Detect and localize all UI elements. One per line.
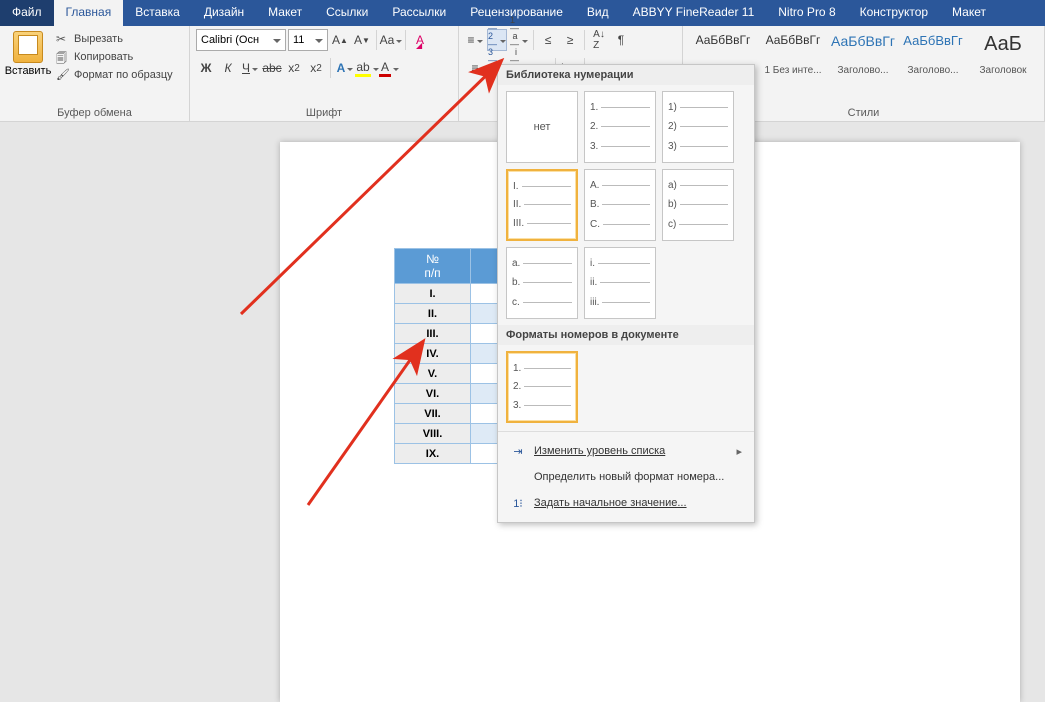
cell[interactable] <box>471 284 499 304</box>
numbering-option-doc1[interactable]: 1.2.3. <box>506 351 578 423</box>
cell[interactable] <box>471 304 499 324</box>
tab-file[interactable]: Файл <box>0 0 54 26</box>
define-new-format-item[interactable]: Определить новый формат номера... <box>498 464 754 490</box>
superscript-button[interactable]: x2 <box>306 57 326 79</box>
tab-mailings[interactable]: Рассылки <box>380 0 458 26</box>
row-number-cell: I. <box>395 284 471 304</box>
tab-layout2[interactable]: Макет <box>940 0 998 26</box>
paste-button[interactable]: Вставить <box>6 29 50 83</box>
format-painter-button[interactable]: Формат по образцу <box>54 67 175 83</box>
numbering-option-latin-lower-paren[interactable]: a)b)c) <box>662 169 734 241</box>
row-number-cell: VIII. <box>395 424 471 444</box>
tab-constructor[interactable]: Конструктор <box>848 0 940 26</box>
cell[interactable] <box>471 444 499 464</box>
tab-design[interactable]: Дизайн <box>192 0 256 26</box>
bullets-button[interactable]: ≡ <box>465 29 485 51</box>
tab-home[interactable]: Главная <box>54 0 124 26</box>
tab-nitro[interactable]: Nitro Pro 8 <box>766 0 847 26</box>
grow-font-button[interactable]: A▲ <box>330 29 350 51</box>
cell[interactable] <box>471 324 499 344</box>
decrease-indent-button[interactable]: ≤ <box>538 29 558 51</box>
numbering-option-roman-upper[interactable]: I.II.III. <box>506 169 578 241</box>
paste-icon <box>13 31 43 63</box>
row-number-cell: IX. <box>395 444 471 464</box>
set-start-value-item[interactable]: 1⁝ Задать начальное значение... <box>498 490 754 516</box>
group-font: Calibri (Осн 11 A▲ A▼ Aa A◢ Ж К Ч abc x2… <box>190 26 459 121</box>
cell[interactable] <box>471 404 499 424</box>
style-heading1[interactable]: АаБбВвГгЗаголово... <box>831 33 895 76</box>
group-clipboard: Вставить Вырезать Копировать Формат по о… <box>0 26 190 121</box>
col-header-number: №п/п <box>395 249 471 284</box>
style-heading2[interactable]: АаБбВвГгЗаголово... <box>901 33 965 76</box>
row-number-cell: VI. <box>395 384 471 404</box>
numbering-button[interactable]: 1—2—3— <box>487 29 507 51</box>
numbering-option-none[interactable]: нет <box>506 91 578 163</box>
copy-button[interactable]: Копировать <box>54 49 175 65</box>
chevron-right-icon: ▸ <box>736 445 742 458</box>
cut-button[interactable]: Вырезать <box>54 31 175 47</box>
numbering-option-arabic-paren[interactable]: 1)2)3) <box>662 91 734 163</box>
row-number-cell: VII. <box>395 404 471 424</box>
col-header-2 <box>471 249 499 284</box>
style-no-spacing[interactable]: АаБбВвГг1 Без инте... <box>761 33 825 76</box>
dropdown-header-library: Библиотека нумерации <box>498 65 754 85</box>
align-left-button[interactable]: ≡ <box>465 57 485 79</box>
copy-icon <box>56 50 70 64</box>
show-marks-button[interactable]: ¶ <box>611 29 631 51</box>
strike-button[interactable]: abc <box>262 57 282 79</box>
numbering-dropdown: Библиотека нумерации нет 1.2.3. 1)2)3) I… <box>497 64 755 523</box>
cell[interactable] <box>471 384 499 404</box>
cell[interactable] <box>471 364 499 384</box>
group-label: Буфер обмена <box>0 107 189 119</box>
highlight-button[interactable]: ab <box>357 57 377 79</box>
tab-layout[interactable]: Макет <box>256 0 314 26</box>
numbering-option-latin-upper[interactable]: A.B.C. <box>584 169 656 241</box>
blank-icon <box>510 469 526 485</box>
cell[interactable] <box>471 344 499 364</box>
multilevel-button[interactable]: 1— a— i— <box>509 29 529 51</box>
change-case-button[interactable]: Aa <box>381 29 401 51</box>
italic-button[interactable]: К <box>218 57 238 79</box>
font-name-combo[interactable]: Calibri (Осн <box>196 29 286 51</box>
row-number-cell: V. <box>395 364 471 384</box>
row-number-cell: III. <box>395 324 471 344</box>
shrink-font-button[interactable]: A▼ <box>352 29 372 51</box>
increase-indent-button[interactable]: ≥ <box>560 29 580 51</box>
brush-icon <box>56 68 70 82</box>
row-number-cell: II. <box>395 304 471 324</box>
numbering-option-roman-lower[interactable]: i.ii.iii. <box>584 247 656 319</box>
font-color-button[interactable]: A <box>379 57 399 79</box>
numbering-option-arabic-dot[interactable]: 1.2.3. <box>584 91 656 163</box>
cell[interactable] <box>471 424 499 444</box>
bold-button[interactable]: Ж <box>196 57 216 79</box>
subscript-button[interactable]: x2 <box>284 57 304 79</box>
tab-abbyy[interactable]: ABBYY FineReader 11 <box>621 0 767 26</box>
tab-view[interactable]: Вид <box>575 0 621 26</box>
indent-icon: ⇥ <box>510 443 526 459</box>
number-icon: 1⁝ <box>510 495 526 511</box>
sort-button[interactable]: A↓Z <box>589 29 609 51</box>
dropdown-header-docformats: Форматы номеров в документе <box>498 325 754 345</box>
group-label: Шрифт <box>190 107 458 119</box>
style-title[interactable]: АаБЗаголовок <box>971 33 1035 76</box>
change-list-level-item[interactable]: ⇥ Изменить уровень списка ▸ <box>498 438 754 464</box>
row-number-cell: IV. <box>395 344 471 364</box>
numbering-option-latin-lower-dot[interactable]: a.b.c. <box>506 247 578 319</box>
underline-button[interactable]: Ч <box>240 57 260 79</box>
font-size-combo[interactable]: 11 <box>288 29 328 51</box>
tab-insert[interactable]: Вставка <box>123 0 192 26</box>
text-effects-button[interactable]: A <box>335 57 355 79</box>
clear-formatting-button[interactable]: A◢ <box>410 29 430 51</box>
scissors-icon <box>56 32 70 46</box>
tab-references[interactable]: Ссылки <box>314 0 380 26</box>
ribbon-tabs: Файл Главная Вставка Дизайн Макет Ссылки… <box>0 0 1045 26</box>
